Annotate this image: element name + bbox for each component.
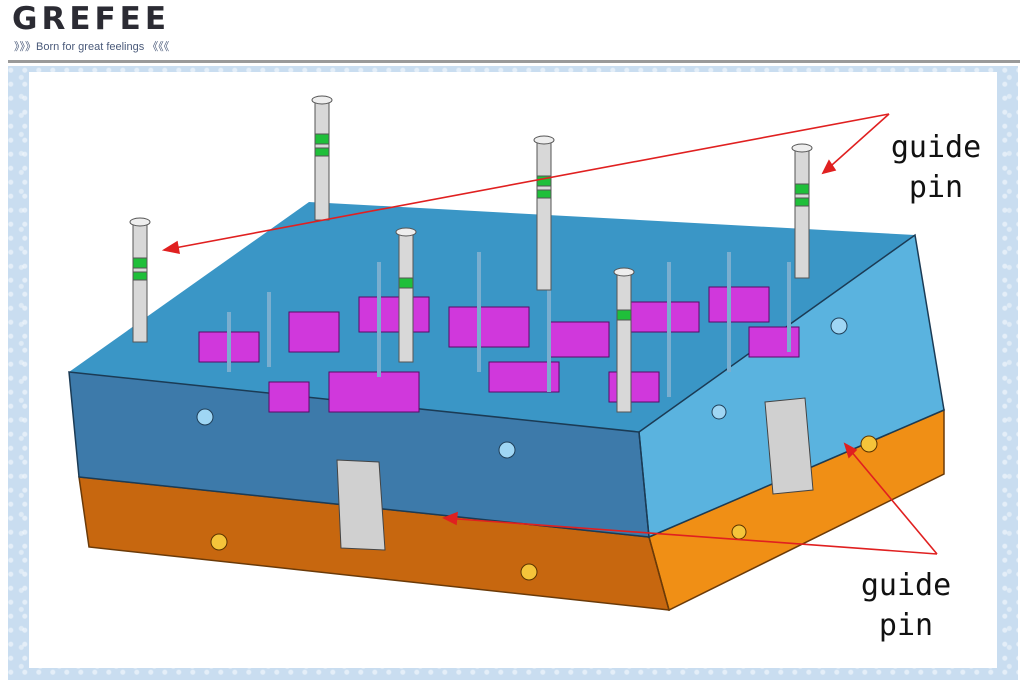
label-word: guide	[860, 568, 952, 603]
label-word: guide	[890, 130, 982, 165]
header-divider	[8, 60, 1020, 63]
page-header: GREFEE 》》》Born for great feelings 《《《	[0, 0, 1024, 62]
guide-pin-label-top: guide pin	[881, 128, 991, 208]
guide-pin-label-bottom: guide pin	[841, 566, 971, 646]
brand-logo: GREFEE	[12, 1, 171, 37]
mold-illustration: guide pin guide pin	[29, 72, 997, 668]
label-word: pin	[878, 608, 934, 643]
brand-tagline: 》》》Born for great feelings 《《《	[14, 41, 170, 53]
label-word: pin	[908, 170, 964, 205]
